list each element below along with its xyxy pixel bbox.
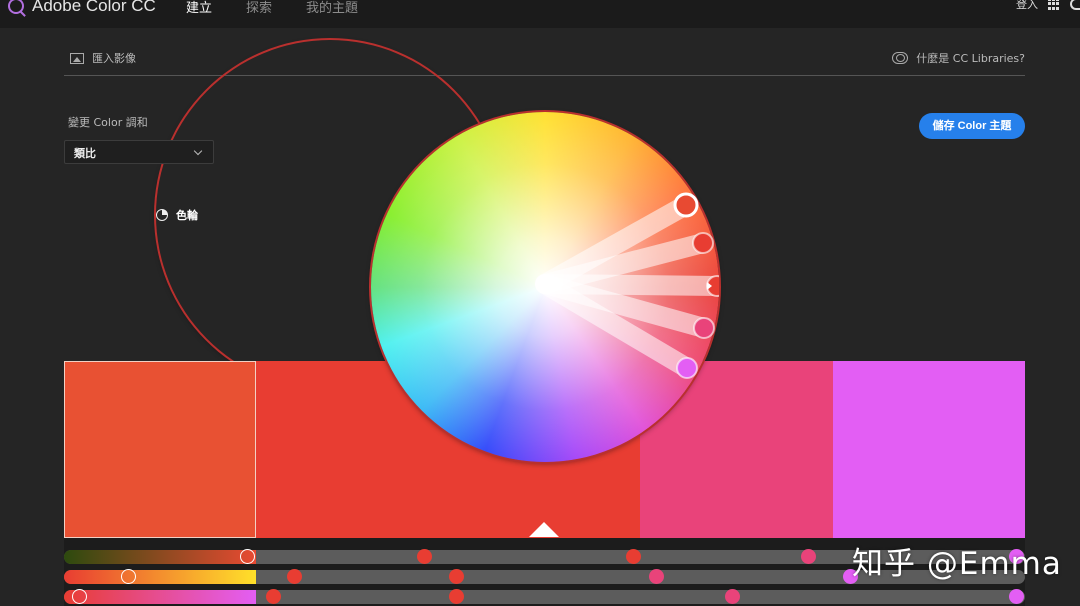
watermark-text: 知乎 @Emma xyxy=(852,546,1062,582)
wheel-marker-1[interactable] xyxy=(673,192,699,218)
apps-grid-icon[interactable] xyxy=(1048,0,1060,10)
slider-1-marker-4[interactable] xyxy=(800,549,816,564)
color-swatch-1[interactable] xyxy=(64,361,256,538)
slider-2-marker-4[interactable] xyxy=(648,569,664,584)
harmony-label: 變更 Color 調和 xyxy=(68,116,148,129)
harmony-selected-value: 類比 xyxy=(74,147,96,160)
color-wheel[interactable] xyxy=(371,112,719,462)
slider-3-marker-3[interactable] xyxy=(449,589,465,604)
nav-my-themes[interactable]: 我的主題 xyxy=(306,0,358,16)
login-link[interactable]: 登入 xyxy=(1016,0,1038,12)
top-nav: 建立 探索 我的主題 xyxy=(186,0,358,16)
sub-tabs: 匯入影像 色輪 什麼是 CC Libraries? xyxy=(64,40,1025,395)
harmony-dropdown[interactable]: 類比 xyxy=(64,140,214,164)
top-right-controls: 登入 xyxy=(1016,0,1080,12)
tab-import-label: 匯入影像 xyxy=(92,52,136,65)
creative-cloud-icon xyxy=(892,52,909,64)
harmony-beams xyxy=(535,195,719,378)
slider-1-marker-2[interactable] xyxy=(417,549,433,564)
app-title: Adobe Color CC xyxy=(32,0,156,15)
slider-3-marker-4[interactable] xyxy=(724,589,740,604)
slider-1-marker-1[interactable] xyxy=(239,549,255,564)
profile-icon[interactable] xyxy=(1070,0,1080,10)
slider-3-marker-5[interactable] xyxy=(1009,589,1025,604)
cc-libraries-label: 什麼是 CC Libraries? xyxy=(916,52,1025,65)
wheel-markers-layer xyxy=(535,192,719,379)
slider-3-gradient xyxy=(64,590,256,604)
app-logo[interactable]: Adobe Color CC xyxy=(8,0,156,16)
slider-2-marker-3[interactable] xyxy=(449,569,465,584)
slider-track-3[interactable] xyxy=(64,589,1025,604)
selected-swatch-caret-icon xyxy=(529,522,559,537)
top-bar: Adobe Color CC 建立 探索 我的主題 登入 xyxy=(0,0,1080,28)
image-icon xyxy=(70,52,84,64)
cc-libraries-link[interactable]: 什麼是 CC Libraries? xyxy=(892,44,1025,72)
wheel-marker-2[interactable] xyxy=(692,232,714,254)
nav-create[interactable]: 建立 xyxy=(186,0,212,16)
slider-2-gradient xyxy=(64,570,256,584)
tab-wheel-label: 色輪 xyxy=(176,209,198,222)
nav-explore[interactable]: 探索 xyxy=(246,0,272,16)
wheel-marker-4[interactable] xyxy=(693,317,715,339)
save-theme-button[interactable]: 儲存 Color 主題 xyxy=(919,113,1025,139)
color-swatch-4[interactable] xyxy=(833,361,1025,538)
slider-1-gradient xyxy=(64,550,256,564)
chevron-down-icon xyxy=(193,146,203,156)
slider-2-marker-2[interactable] xyxy=(286,569,302,584)
color-wheel-icon xyxy=(156,209,168,221)
tab-import-image[interactable]: 匯入影像 xyxy=(70,44,136,72)
wheel-marker-5[interactable] xyxy=(676,357,698,379)
slider-3-marker-2[interactable] xyxy=(266,589,282,604)
adobe-color-logo-icon xyxy=(8,0,24,14)
slider-1-marker-3[interactable] xyxy=(625,549,641,564)
